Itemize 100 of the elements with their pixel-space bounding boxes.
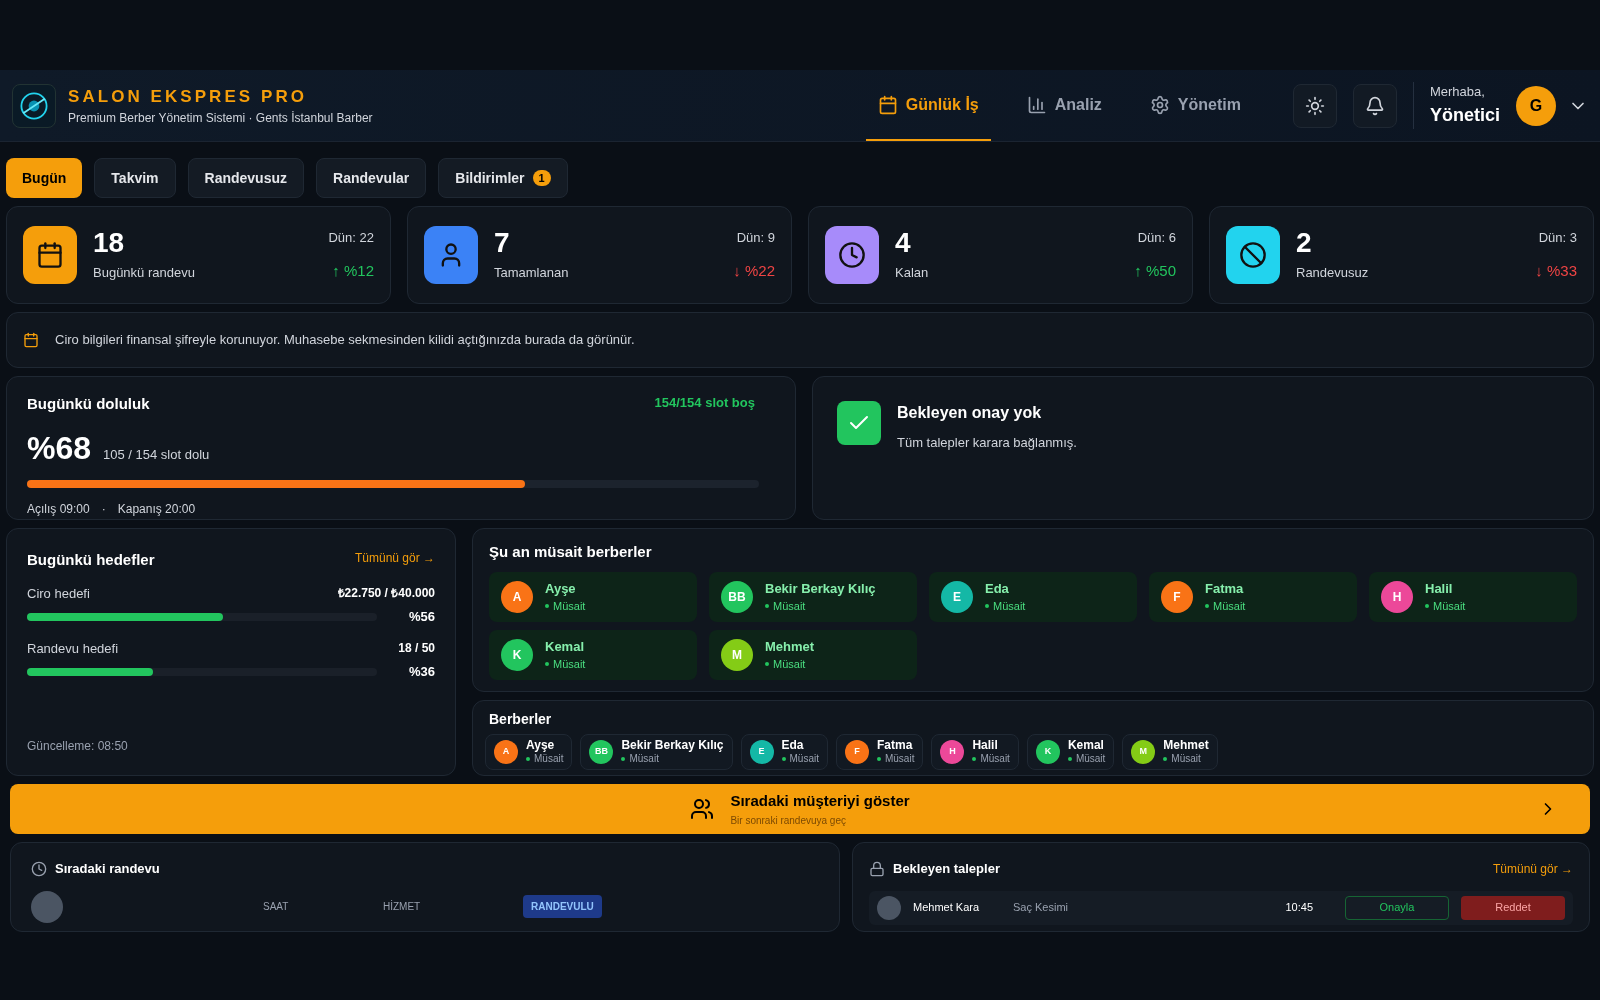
approval-title: Bekleyen onay yok bbox=[897, 403, 1043, 423]
barber-name: Eda bbox=[985, 579, 1010, 598]
barber-name: Bekir Berkay Kılıç bbox=[621, 739, 724, 751]
tab[interactable]: Takvim bbox=[94, 158, 176, 198]
barber-status: Müsait bbox=[526, 753, 564, 765]
status-badge: RANDEVULU bbox=[523, 895, 602, 918]
avatar: M bbox=[721, 638, 753, 671]
card-title: Bugünkü hedefler bbox=[27, 550, 155, 570]
barber-chip[interactable]: BB Bekir Berkay Kılıç Müsait bbox=[580, 734, 733, 770]
nav-tab[interactable]: Günlük İş bbox=[865, 70, 991, 141]
user-avatar[interactable]: G bbox=[1516, 85, 1556, 126]
tab[interactable]: Randevular bbox=[316, 158, 427, 198]
column-label: SAAT bbox=[263, 900, 290, 914]
barber-chip[interactable]: K Kemal Müsait bbox=[1026, 734, 1115, 770]
button-subtitle: Bir sonraki randevuya geç bbox=[730, 813, 846, 828]
barber-status: Müsait bbox=[1425, 598, 1466, 615]
closing-time: Kapanış 20:00 bbox=[117, 500, 196, 518]
stat-value: 4 bbox=[895, 227, 912, 260]
barber-name: Kemal bbox=[1067, 739, 1105, 751]
avatar: M bbox=[1131, 740, 1156, 764]
bar-chart-icon bbox=[1026, 94, 1047, 115]
card-title: Sıradaki randevu bbox=[55, 860, 160, 878]
tab[interactable]: Randevusuz bbox=[187, 158, 304, 198]
nav-tab[interactable]: Analiz bbox=[1014, 70, 1114, 141]
barber-name: Kemal bbox=[545, 637, 586, 656]
barber-status: Müsait bbox=[1205, 598, 1246, 615]
barber-name: Bekir Berkay Kılıç bbox=[765, 579, 876, 598]
barber-card[interactable]: F Fatma Müsait bbox=[1149, 571, 1357, 622]
goal-value: ₺22.750 / ₺40.000 bbox=[337, 584, 435, 602]
greeting: Merhaba, bbox=[1430, 83, 1486, 102]
avatar: F bbox=[844, 740, 869, 764]
barber-name: Fatma bbox=[876, 739, 914, 751]
stat-label: Kalan bbox=[895, 264, 930, 283]
barber-chip[interactable]: M Mehmet Müsait bbox=[1122, 734, 1218, 770]
barber-name: Ayşe bbox=[526, 739, 556, 751]
barber-status: Müsait bbox=[1067, 753, 1106, 765]
change-value: ↑ %50 bbox=[1134, 260, 1176, 281]
calendar-icon bbox=[36, 241, 64, 269]
occupancy-detail: 105 / 154 slot dolu bbox=[103, 445, 210, 464]
barber-card[interactable]: A Ayşe Müsait bbox=[489, 571, 697, 622]
barber-card[interactable]: H Halil Müsait bbox=[1369, 571, 1577, 622]
barber-status: Müsait bbox=[781, 753, 819, 765]
change-value: ↓ %33 bbox=[1535, 260, 1577, 281]
goal-value: 18 / 50 bbox=[398, 639, 435, 657]
barber-status: Müsait bbox=[765, 656, 815, 673]
barber-chip[interactable]: H Halil Müsait bbox=[931, 734, 1019, 770]
avatar: BB bbox=[721, 580, 753, 613]
barber-name: Ayşe bbox=[545, 579, 577, 598]
avatar: F bbox=[1161, 580, 1193, 613]
barber-status: Müsait bbox=[545, 598, 586, 615]
barber-status: Müsait bbox=[1163, 753, 1209, 765]
goal-label: Ciro hedefi bbox=[27, 584, 90, 603]
barber-name: Fatma bbox=[1205, 579, 1245, 598]
barber-status: Müsait bbox=[972, 753, 1010, 765]
avatar bbox=[31, 890, 63, 923]
see-all-link[interactable]: Tümünü gör → bbox=[1492, 859, 1573, 878]
change-value: ↑ %12 bbox=[332, 260, 374, 281]
card-title: Şu an müsait berberler bbox=[489, 542, 653, 562]
see-all-link[interactable]: Tümünü gör → bbox=[354, 549, 435, 572]
barber-chip[interactable]: E Eda Müsait bbox=[740, 734, 828, 770]
yesterday-value: Dün: 3 bbox=[1538, 229, 1577, 247]
goal-percent: %36 bbox=[408, 663, 435, 681]
avatar: A bbox=[494, 740, 518, 764]
barber-card[interactable]: K Kemal Müsait bbox=[489, 629, 697, 680]
notice-text: Ciro bilgileri finansal şifreyle korunuyor. Muhasebe sekmesinden kilidi açtığınızda burada da görünür. bbox=[55, 331, 635, 350]
notification-button[interactable] bbox=[1353, 83, 1397, 128]
clock-icon bbox=[838, 241, 866, 269]
card-title: Berberler bbox=[489, 710, 553, 729]
service-name: Saç Kesimi bbox=[1013, 900, 1070, 916]
customer-name: Mehmet Kara bbox=[913, 900, 981, 916]
barber-name: Mehmet bbox=[765, 637, 815, 656]
sun-icon bbox=[1305, 95, 1325, 116]
calendar-icon bbox=[877, 94, 898, 115]
barber-chip[interactable]: A Ayşe Müsait bbox=[485, 734, 573, 770]
nav-tab[interactable]: Yönetim bbox=[1137, 70, 1253, 141]
avatar: K bbox=[501, 638, 533, 671]
reject-button[interactable]: Reddet bbox=[1461, 895, 1565, 920]
tab[interactable]: Bildirimler 1 bbox=[438, 158, 568, 198]
stat-label: Randevusuz bbox=[1296, 264, 1370, 283]
tab[interactable]: Bugün bbox=[6, 158, 83, 198]
stat-value: 7 bbox=[494, 227, 511, 260]
barber-status: Müsait bbox=[545, 656, 586, 673]
count-badge: 1 bbox=[532, 169, 551, 187]
approve-button[interactable]: Onayla bbox=[1345, 895, 1449, 920]
barber-status: Müsait bbox=[621, 753, 724, 765]
barber-card[interactable]: BB Bekir Berkay Kılıç Müsait bbox=[709, 571, 917, 622]
avatar: E bbox=[941, 580, 973, 613]
avatar: A bbox=[501, 580, 533, 613]
barber-card[interactable]: E Eda Müsait bbox=[929, 571, 1137, 622]
next-customer-button[interactable]: Sıradaki müşteriyi göster Bir sonraki randevuya geç bbox=[10, 784, 1590, 834]
avatar: K bbox=[1035, 740, 1060, 764]
user-name: Yönetici bbox=[1430, 103, 1500, 127]
app-subtitle: Premium Berber Yönetim Sistemi · Gents İstanbul Barber bbox=[68, 110, 373, 128]
barber-chip[interactable]: F Fatma Müsait bbox=[835, 734, 924, 770]
approval-text: Tüm talepler karara bağlanmış. bbox=[897, 434, 1077, 452]
occupancy-percent: %68 bbox=[27, 428, 92, 468]
logo-icon bbox=[12, 83, 56, 128]
theme-button[interactable] bbox=[1293, 83, 1337, 128]
barber-card[interactable]: M Mehmet Müsait bbox=[709, 629, 917, 680]
avatar bbox=[877, 895, 901, 920]
